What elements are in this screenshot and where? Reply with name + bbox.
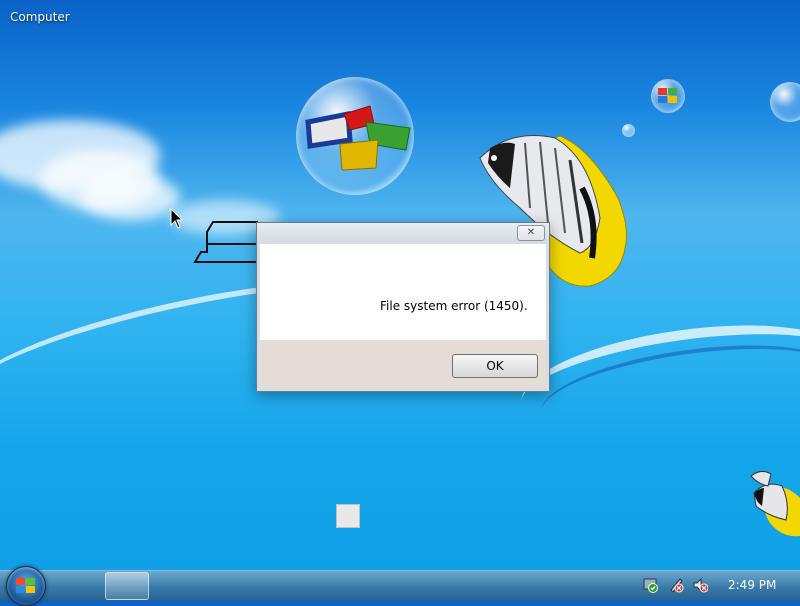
ok-button[interactable]: OK: [452, 354, 538, 378]
error-message: File system error (1450).: [380, 299, 528, 313]
windows-start-orb-icon[interactable]: [6, 566, 46, 606]
dialog-body: File system error (1450).: [260, 244, 546, 340]
windows-flag-icon: [658, 88, 677, 103]
cloud: [80, 175, 180, 220]
taskbar-window-button[interactable]: [105, 572, 149, 600]
taskbar-clock[interactable]: 2:49 PM: [728, 578, 776, 592]
network-icon[interactable]: [668, 577, 684, 593]
close-button[interactable]: ✕: [517, 225, 545, 241]
computer-label[interactable]: Computer: [10, 10, 70, 24]
ie-logo-bubble: [770, 82, 800, 122]
dialog-titlebar[interactable]: ✕: [257, 223, 549, 243]
security-check-icon[interactable]: [643, 577, 659, 593]
windows-flag-icon: [16, 578, 35, 593]
mouse-cursor-icon: [170, 208, 184, 229]
error-dialog: ✕ File system error (1450). OK: [256, 222, 550, 392]
windows-flag-icon: [305, 105, 411, 171]
blank-desktop-icon[interactable]: [336, 504, 360, 528]
volume-muted-icon[interactable]: [692, 577, 708, 593]
desktop: Computer ✕ File system error (1450). OK: [0, 0, 800, 570]
small-fish: [750, 470, 800, 537]
window-ghost-outline: [193, 221, 258, 263]
